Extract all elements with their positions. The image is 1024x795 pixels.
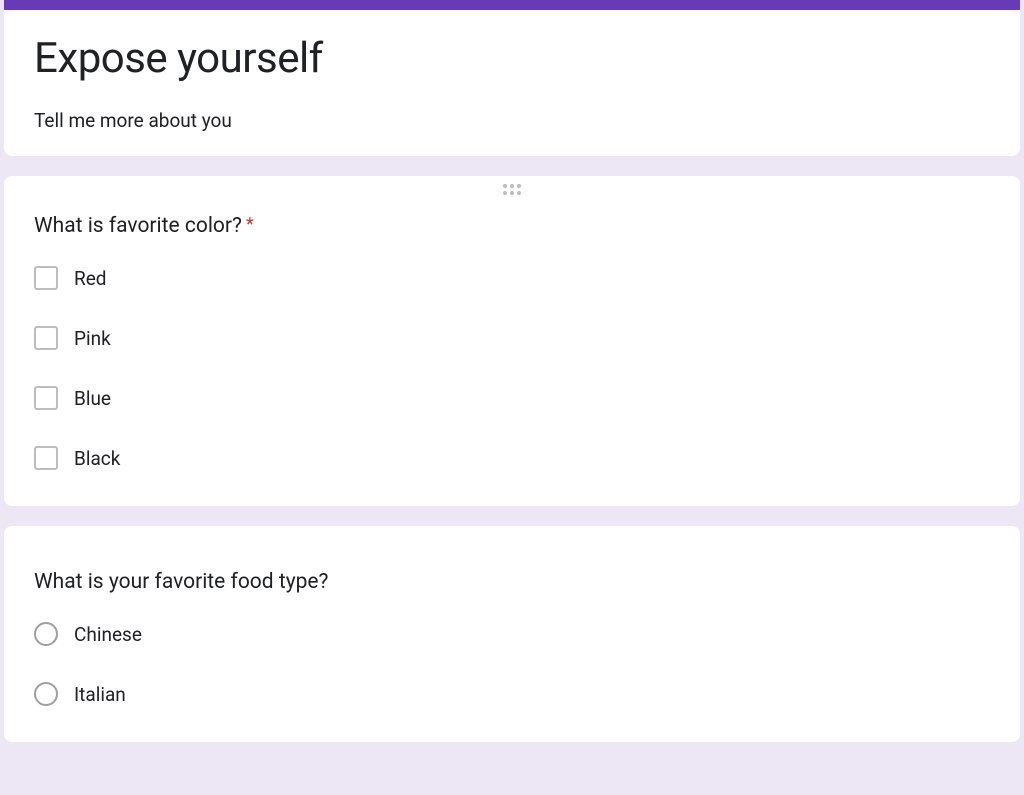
option-row[interactable]: Pink xyxy=(34,326,990,350)
question-title: What is your favorite food type? xyxy=(34,570,990,594)
form-header-card: Expose yourself Tell me more about you xyxy=(4,0,1020,156)
radio-input[interactable] xyxy=(34,622,58,646)
option-label: Pink xyxy=(74,327,111,350)
question-title-text: What is favorite color? xyxy=(34,214,242,238)
option-label: Chinese xyxy=(74,623,142,646)
question-card-2[interactable]: What is your favorite food type? Chinese… xyxy=(4,526,1020,742)
option-label: Red xyxy=(74,267,107,290)
radio-input[interactable] xyxy=(34,682,58,706)
option-label: Blue xyxy=(74,387,111,410)
drag-handle-icon[interactable] xyxy=(503,184,521,195)
checkbox-input[interactable] xyxy=(34,266,58,290)
option-label: Italian xyxy=(74,683,126,706)
option-row[interactable]: Italian xyxy=(34,682,990,706)
option-row[interactable]: Blue xyxy=(34,386,990,410)
option-row[interactable]: Black xyxy=(34,446,990,470)
option-label: Black xyxy=(74,447,120,470)
option-row[interactable]: Chinese xyxy=(34,622,990,646)
form-title: Expose yourself xyxy=(34,34,990,83)
question-title-text: What is your favorite food type? xyxy=(34,570,328,594)
option-row[interactable]: Red xyxy=(34,266,990,290)
form-description: Tell me more about you xyxy=(34,109,990,132)
question-title: What is favorite color?* xyxy=(34,214,990,238)
checkbox-input[interactable] xyxy=(34,446,58,470)
checkbox-input[interactable] xyxy=(34,386,58,410)
question-card-1[interactable]: What is favorite color?* Red Pink Blue B… xyxy=(4,176,1020,506)
checkbox-input[interactable] xyxy=(34,326,58,350)
required-star-icon: * xyxy=(246,214,254,235)
